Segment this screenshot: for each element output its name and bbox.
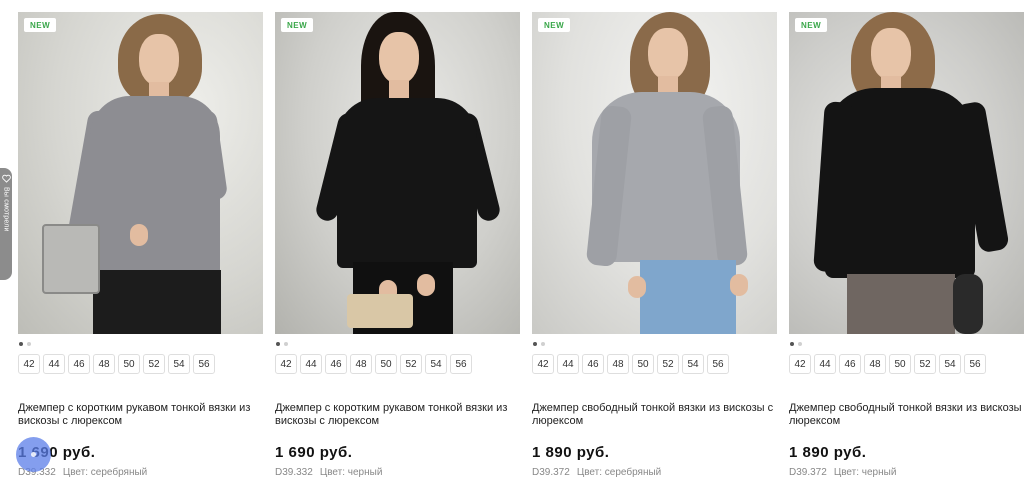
product-color: Цвет: черный: [833, 467, 897, 478]
product-card[interactable]: NEW 42 44 46 48 50 52 54: [532, 12, 777, 478]
product-color: Цвет: серебряный: [62, 467, 148, 478]
product-meta: D39.332 Цвет: серебряный: [18, 467, 263, 478]
size-option[interactable]: 54: [939, 354, 961, 374]
pagination-dot[interactable]: [790, 342, 794, 346]
product-image[interactable]: NEW: [275, 12, 520, 334]
new-badge: NEW: [538, 18, 571, 32]
pagination-dot[interactable]: [541, 342, 545, 346]
model-figure: [789, 12, 1024, 334]
size-option[interactable]: 42: [789, 354, 811, 374]
pagination-dot[interactable]: [533, 342, 537, 346]
size-option[interactable]: 44: [43, 354, 65, 374]
size-option[interactable]: 44: [557, 354, 579, 374]
size-option[interactable]: 56: [193, 354, 215, 374]
product-sku: D39.372: [789, 467, 827, 478]
size-list: 42 44 46 48 50 52 54 56: [275, 354, 520, 374]
product-price: 1 690 руб.: [18, 444, 96, 461]
pagination-dot[interactable]: [798, 342, 802, 346]
product-image[interactable]: NEW: [18, 12, 263, 334]
scroll-indicator-button[interactable]: [16, 437, 51, 472]
model-figure: [18, 12, 263, 334]
size-option[interactable]: 56: [450, 354, 472, 374]
pagination-dot[interactable]: [284, 342, 288, 346]
product-meta: D39.372 Цвет: черный: [789, 467, 1024, 478]
product-grid: NEW 42 44 46 48 50 52 54 56 Джемпер с ко…: [18, 12, 1024, 478]
product-image[interactable]: NEW: [532, 12, 777, 334]
size-option[interactable]: 52: [143, 354, 165, 374]
size-option[interactable]: 42: [532, 354, 554, 374]
product-sku: D39.372: [532, 467, 570, 478]
size-option[interactable]: 54: [168, 354, 190, 374]
size-option[interactable]: 52: [657, 354, 679, 374]
new-badge: NEW: [281, 18, 314, 32]
recently-viewed-label: Вы смотрели: [2, 187, 10, 232]
pagination-dot[interactable]: [276, 342, 280, 346]
product-card[interactable]: NEW 42 44 46 48 50 52 54: [18, 12, 263, 478]
product-sku: D39.332: [275, 467, 313, 478]
size-option[interactable]: 52: [400, 354, 422, 374]
size-list: 42 44 46 48 50 52 54 56: [532, 354, 777, 374]
heart-icon: [1, 174, 11, 183]
new-badge: NEW: [24, 18, 57, 32]
size-option[interactable]: 52: [914, 354, 936, 374]
recently-viewed-tab[interactable]: Вы смотрели: [0, 168, 12, 280]
size-option[interactable]: 48: [864, 354, 886, 374]
size-option[interactable]: 48: [350, 354, 372, 374]
image-pagination[interactable]: [533, 342, 777, 346]
size-option[interactable]: 46: [839, 354, 861, 374]
product-meta: D39.372 Цвет: серебряный: [532, 467, 777, 478]
size-option[interactable]: 48: [93, 354, 115, 374]
pagination-dot[interactable]: [19, 342, 23, 346]
model-figure: [275, 12, 520, 334]
product-title[interactable]: Джемпер с коротким рукавом тонкой вязки …: [275, 402, 525, 428]
size-option[interactable]: 50: [632, 354, 654, 374]
size-option[interactable]: 46: [325, 354, 347, 374]
size-option[interactable]: 46: [582, 354, 604, 374]
product-title[interactable]: Джемпер свободный тонкой вязки из вискоз…: [789, 402, 1024, 428]
size-option[interactable]: 44: [300, 354, 322, 374]
image-pagination[interactable]: [790, 342, 1024, 346]
product-price: 1 890 руб.: [532, 444, 610, 461]
product-meta: D39.332 Цвет: черный: [275, 467, 520, 478]
image-pagination[interactable]: [276, 342, 520, 346]
size-option[interactable]: 56: [964, 354, 986, 374]
size-option[interactable]: 54: [425, 354, 447, 374]
product-card[interactable]: NEW 42 44 46 48 50 52 54 56 Джемпер с ко…: [275, 12, 520, 478]
model-figure: [532, 12, 777, 334]
new-badge: NEW: [795, 18, 828, 32]
size-list: 42 44 46 48 50 52 54 56: [18, 354, 263, 374]
size-option[interactable]: 46: [68, 354, 90, 374]
size-option[interactable]: 44: [814, 354, 836, 374]
product-title[interactable]: Джемпер с коротким рукавом тонкой вязки …: [18, 402, 268, 428]
size-option[interactable]: 50: [889, 354, 911, 374]
scroll-indicator-icon: [31, 452, 36, 457]
size-option[interactable]: 54: [682, 354, 704, 374]
size-option[interactable]: 56: [707, 354, 729, 374]
product-color: Цвет: черный: [319, 467, 383, 478]
product-price: 1 690 руб.: [275, 444, 353, 461]
image-pagination[interactable]: [19, 342, 263, 346]
product-color: Цвет: серебряный: [576, 467, 662, 478]
size-option[interactable]: 42: [275, 354, 297, 374]
product-image[interactable]: NEW: [789, 12, 1024, 334]
product-title[interactable]: Джемпер свободный тонкой вязки из вискоз…: [532, 402, 782, 428]
size-option[interactable]: 42: [18, 354, 40, 374]
size-option[interactable]: 48: [607, 354, 629, 374]
product-card[interactable]: NEW 42 44 46 48 50 52 54 56 Джемпер своб…: [789, 12, 1024, 478]
pagination-dot[interactable]: [27, 342, 31, 346]
size-option[interactable]: 50: [118, 354, 140, 374]
size-list: 42 44 46 48 50 52 54 56: [789, 354, 1024, 374]
product-price: 1 890 руб.: [789, 444, 867, 461]
size-option[interactable]: 50: [375, 354, 397, 374]
